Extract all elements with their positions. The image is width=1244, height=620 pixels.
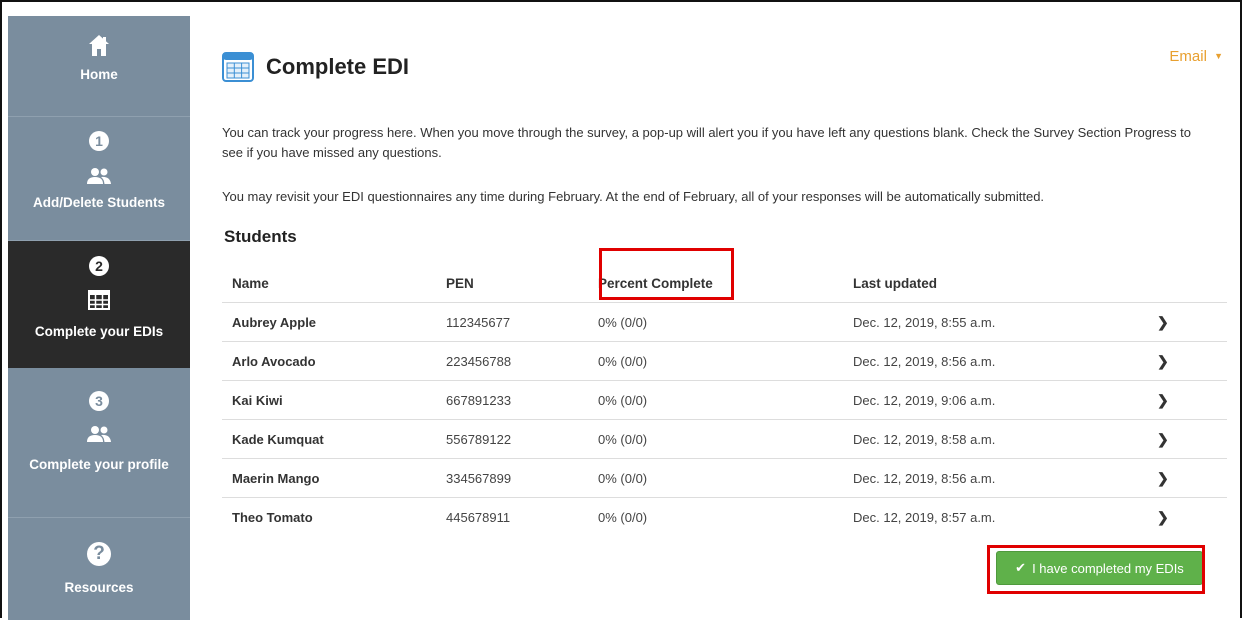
last-updated: Dec. 12, 2019, 8:57 a.m. xyxy=(843,497,1147,536)
student-name: Aubrey Apple xyxy=(222,302,436,342)
email-dropdown[interactable]: Email ▼ xyxy=(1169,48,1223,65)
student-name: Theo Tomato xyxy=(222,497,436,536)
completed-edis-button-label: I have completed my EDIs xyxy=(1032,560,1184,576)
users-icon xyxy=(87,168,111,184)
sidebar-item-home[interactable]: Home xyxy=(8,16,190,117)
step-number-badge: 3 xyxy=(89,391,109,411)
percent-complete: 0% (0/0) xyxy=(588,302,843,342)
column-header-action xyxy=(1147,265,1227,303)
table-header-row: Name PEN Percent Complete Last updated xyxy=(222,265,1227,303)
sidebar-item-label: Home xyxy=(80,67,118,82)
chevron-right-icon[interactable]: ❯ xyxy=(1157,353,1169,369)
step-number-badge: 1 xyxy=(89,131,109,151)
completed-edis-button[interactable]: ✔ I have completed my EDIs xyxy=(996,551,1203,585)
chevron-right-icon[interactable]: ❯ xyxy=(1157,314,1169,330)
main-content: Complete EDI Email ▼ You can track your … xyxy=(222,0,1227,620)
sidebar-item-complete-edis[interactable]: 2 Complete your EDIs xyxy=(8,241,190,368)
percent-complete: 0% (0/0) xyxy=(588,380,843,420)
help-icon: ? xyxy=(87,542,111,566)
page-header: Complete EDI xyxy=(222,52,409,82)
percent-complete: 0% (0/0) xyxy=(588,341,843,381)
student-name: Kade Kumquat xyxy=(222,419,436,459)
table-row[interactable]: Aubrey Apple 112345677 0% (0/0) Dec. 12,… xyxy=(222,302,1227,342)
step-number-badge: 2 xyxy=(89,256,109,276)
spreadsheet-icon xyxy=(222,52,254,82)
table-row[interactable]: Kai Kiwi 667891233 0% (0/0) Dec. 12, 201… xyxy=(222,380,1227,420)
column-header-last-updated: Last updated xyxy=(843,265,1147,303)
student-pen: 112345677 xyxy=(436,302,588,342)
student-pen: 667891233 xyxy=(436,380,588,420)
sidebar-item-add-delete-students[interactable]: 1 Add/Delete Students xyxy=(8,117,190,241)
table-row[interactable]: Kade Kumquat 556789122 0% (0/0) Dec. 12,… xyxy=(222,419,1227,459)
table-row[interactable]: Theo Tomato 445678911 0% (0/0) Dec. 12, … xyxy=(222,497,1227,536)
student-pen: 223456788 xyxy=(436,341,588,381)
sidebar-item-label: Complete your profile xyxy=(29,457,169,472)
checkmark-icon: ✔ xyxy=(1015,560,1027,575)
intro-paragraph-progress: You can track your progress here. When y… xyxy=(222,125,1192,160)
sidebar-item-resources[interactable]: ? Resources xyxy=(8,518,190,620)
sidebar-item-label: Add/Delete Students xyxy=(32,195,165,210)
percent-complete: 0% (0/0) xyxy=(588,458,843,498)
home-icon xyxy=(89,35,109,56)
sidebar-item-label: Complete your EDIs xyxy=(34,324,164,339)
chevron-right-icon[interactable]: ❯ xyxy=(1157,509,1169,525)
student-pen: 334567899 xyxy=(436,458,588,498)
last-updated: Dec. 12, 2019, 9:06 a.m. xyxy=(843,380,1147,420)
student-name: Kai Kiwi xyxy=(222,380,436,420)
students-table: Name PEN Percent Complete Last updated A… xyxy=(222,265,1227,536)
sidebar-item-complete-profile[interactable]: 3 Complete your profile xyxy=(8,368,190,518)
chevron-right-icon[interactable]: ❯ xyxy=(1157,470,1169,486)
last-updated: Dec. 12, 2019, 8:56 a.m. xyxy=(843,458,1147,498)
percent-complete: 0% (0/0) xyxy=(588,497,843,536)
student-pen: 556789122 xyxy=(436,419,588,459)
page-title: Complete EDI xyxy=(266,54,410,79)
student-name: Maerin Mango xyxy=(222,458,436,498)
chevron-right-icon[interactable]: ❯ xyxy=(1157,431,1169,447)
students-heading: Students xyxy=(224,227,297,246)
last-updated: Dec. 12, 2019, 8:58 a.m. xyxy=(843,419,1147,459)
table-icon xyxy=(88,290,110,310)
column-header-name: Name xyxy=(222,265,436,303)
last-updated: Dec. 12, 2019, 8:56 a.m. xyxy=(843,341,1147,381)
column-header-pen: PEN xyxy=(436,265,588,303)
student-pen: 445678911 xyxy=(436,497,588,536)
last-updated: Dec. 12, 2019, 8:55 a.m. xyxy=(843,302,1147,342)
column-header-percent-complete: Percent Complete xyxy=(588,265,843,303)
table-row[interactable]: Maerin Mango 334567899 0% (0/0) Dec. 12,… xyxy=(222,458,1227,498)
chevron-right-icon[interactable]: ❯ xyxy=(1157,392,1169,408)
table-row[interactable]: Arlo Avocado 223456788 0% (0/0) Dec. 12,… xyxy=(222,341,1227,381)
users-icon xyxy=(87,426,111,442)
sidebar-item-label: Resources xyxy=(64,580,134,595)
email-dropdown-label: Email xyxy=(1169,48,1207,65)
percent-complete: 0% (0/0) xyxy=(588,419,843,459)
sidebar: Home 1 Add/Delete Students 2 Complete yo… xyxy=(8,16,190,620)
student-name: Arlo Avocado xyxy=(222,341,436,381)
intro-paragraph-revisit: You may revisit your EDI questionnaires … xyxy=(222,189,1045,204)
caret-down-icon: ▼ xyxy=(1214,51,1223,61)
